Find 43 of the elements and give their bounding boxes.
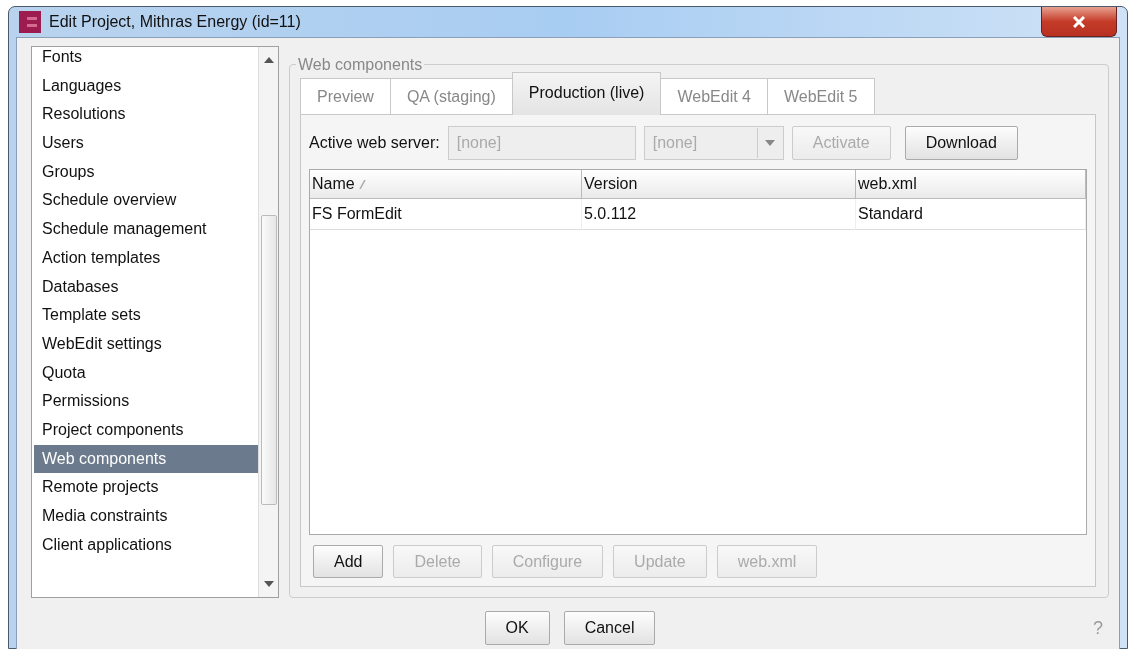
window-title: Edit Project, Mithras Energy (id=11) (49, 12, 301, 32)
server-label: Active web server: (309, 133, 440, 153)
dropdown-caret-icon (765, 140, 776, 146)
sidebar-item[interactable]: Quota (34, 358, 258, 388)
sidebar-item[interactable]: Template sets (34, 301, 258, 330)
scrollbar[interactable] (258, 47, 278, 597)
table-cell: FS FormEdit (310, 199, 582, 230)
column-header[interactable]: Name (310, 170, 582, 199)
tab[interactable]: Production (live) (511, 72, 662, 115)
app-logo-icon (19, 11, 41, 33)
column-header[interactable]: web.xml (856, 170, 1086, 199)
scroll-down-icon[interactable] (262, 579, 275, 589)
sidebar-item[interactable]: Action templates (34, 243, 258, 273)
dialog-button[interactable]: Cancel (563, 611, 656, 645)
close-button[interactable] (1041, 7, 1117, 37)
tab[interactable]: WebEdit 4 (660, 78, 768, 115)
scroll-thumb[interactable] (260, 215, 277, 505)
sidebar-item[interactable]: Client applications (34, 530, 258, 560)
sidebar-item[interactable]: Languages (34, 71, 258, 101)
close-icon (1073, 15, 1085, 28)
sidebar-item[interactable]: Media constraints (34, 502, 258, 531)
sidebar-item[interactable]: Web components (34, 444, 258, 474)
sort-icon (358, 179, 366, 189)
sidebar-item[interactable]: Resolutions (34, 100, 258, 130)
sidebar-item[interactable]: Databases (34, 272, 258, 302)
tab[interactable]: QA (staging) (389, 78, 513, 115)
sidebar-item[interactable]: Remote projects (34, 473, 258, 502)
sidebar-item[interactable]: Permissions (34, 387, 258, 416)
sidebar-item[interactable]: Fonts (34, 47, 258, 72)
table-button[interactable]: Add (313, 544, 384, 578)
sidebar-item[interactable]: Schedule overview (34, 186, 258, 216)
table-cell: 5.0.112 (582, 199, 856, 230)
sidebar-item[interactable]: WebEdit settings (34, 329, 258, 359)
dialog-button[interactable]: OK (484, 611, 550, 645)
sidebar-item[interactable]: Schedule management (34, 215, 258, 244)
sidebar-item[interactable]: Project components (34, 415, 258, 445)
scroll-up-icon[interactable] (262, 55, 275, 65)
tab[interactable]: Preview (300, 78, 391, 115)
tab[interactable]: WebEdit 5 (767, 78, 875, 115)
sidebar-item[interactable]: Groups (34, 157, 258, 187)
sidebar-item[interactable]: Users (34, 129, 258, 158)
column-header[interactable]: Version (582, 170, 856, 199)
table-cell: Standard (856, 199, 1086, 230)
